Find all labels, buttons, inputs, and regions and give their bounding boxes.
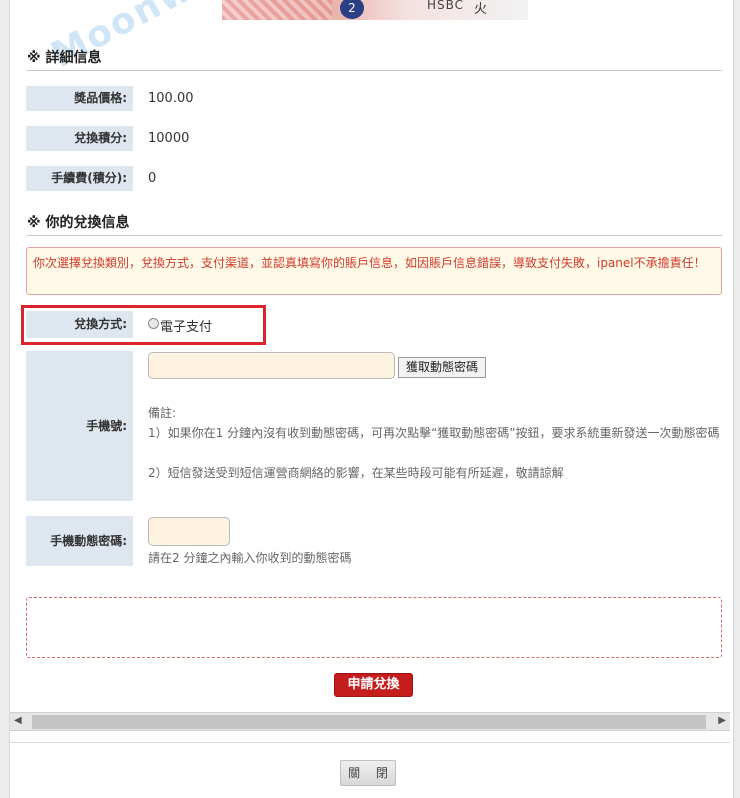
- method-highlight-box: [21, 305, 266, 345]
- submit-exchange-button[interactable]: 申請兌換: [334, 673, 413, 697]
- details-section-divider: [27, 70, 722, 71]
- horizontal-scrollbar[interactable]: ◀ ▶: [10, 712, 730, 731]
- note-two: 2）短信發送受到短信運營商網絡的影響，在某些時段可能有所延遲，敬請諒解: [148, 466, 564, 480]
- exchange-section-divider: [27, 235, 722, 236]
- code-input[interactable]: [148, 517, 230, 546]
- bank-label: HSBC: [427, 0, 465, 12]
- footer-divider: [10, 742, 730, 743]
- prize-image-pattern: [222, 0, 332, 20]
- points-label: 兌換積分:: [26, 126, 133, 151]
- price-label: 獎品價格:: [26, 86, 133, 111]
- fee-value: 0: [148, 171, 157, 186]
- phone-input[interactable]: [148, 352, 395, 379]
- points-value: 10000: [148, 131, 190, 146]
- scroll-right-icon[interactable]: ▶: [718, 715, 726, 726]
- scroll-left-icon[interactable]: ◀: [14, 715, 22, 726]
- message-area: [26, 597, 722, 658]
- brand-mark: 火: [474, 2, 488, 17]
- code-hint: 請在2 分鐘之內輸入你收到的動態密碼: [148, 551, 352, 565]
- dialog-left-border: [0, 0, 10, 798]
- phone-label: 手機號:: [26, 351, 133, 501]
- prize-image: 2 HSBC 火: [222, 0, 528, 20]
- exchange-section-title: ※ 你的兌換信息: [27, 215, 130, 231]
- note-one: 1）如果你在1 分鐘內沒有收到動態密碼，可再次點擊“獲取動態密碼”按鈕，要求系統…: [148, 426, 720, 440]
- fee-label: 手續費(積分):: [26, 166, 133, 191]
- notes-title: 備註:: [148, 406, 177, 420]
- coin-icon: 2: [340, 0, 364, 19]
- details-section-title: ※ 詳細信息: [27, 50, 102, 66]
- close-button[interactable]: 關 閉: [340, 760, 396, 786]
- exchange-notice: 你次選擇兌換類別，兌換方式，支付渠道，並認真填寫你的賬戶信息，如因賬戶信息錯誤，…: [26, 247, 722, 295]
- scrollbar-thumb[interactable]: [32, 715, 706, 729]
- dialog-right-border: [733, 0, 740, 798]
- get-code-button[interactable]: 獲取動態密碼: [398, 357, 486, 378]
- price-value: 100.00: [148, 91, 194, 106]
- code-label: 手機動態密碼:: [26, 516, 133, 566]
